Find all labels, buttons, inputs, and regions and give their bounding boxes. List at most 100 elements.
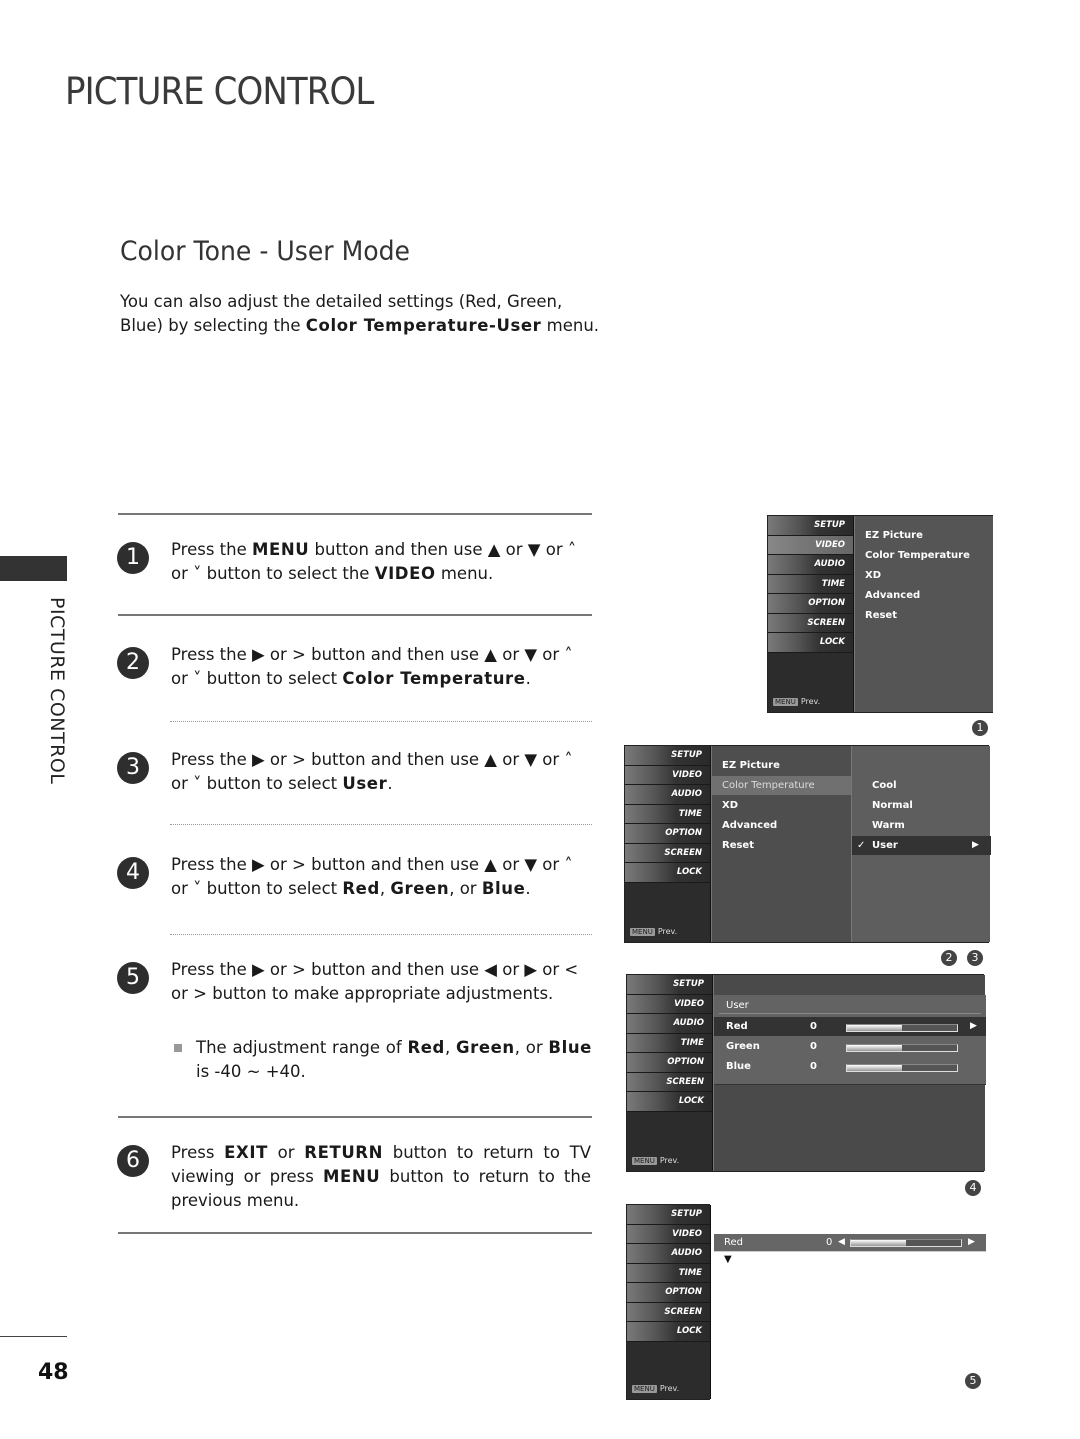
osd-side-menu: SETUP VIDEO AUDIO TIME OPTION SCREEN LOC… xyxy=(625,746,711,942)
text-run: . xyxy=(525,879,531,898)
osd-side-item-option[interactable]: OPTION xyxy=(625,824,710,844)
osd-screenshot-video-menu: SETUP VIDEO AUDIO TIME OPTION SCREEN LOC… xyxy=(767,515,993,713)
osd-side-item-option[interactable]: OPTION xyxy=(768,594,853,614)
right-arrow-icon[interactable]: ▶ xyxy=(968,1237,975,1247)
menu-key-icon: MENU xyxy=(773,698,798,706)
osd-side-item-setup[interactable]: SETUP xyxy=(627,975,712,995)
osd-side-item-setup[interactable]: SETUP xyxy=(625,746,710,766)
step-text: Press the MENU button and then use ▲ or … xyxy=(171,538,591,586)
osd-item-reset[interactable]: Reset xyxy=(722,840,754,851)
text-run: is -40 ~ +40. xyxy=(196,1062,306,1081)
osd-side-item-screen[interactable]: SCREEN xyxy=(625,843,710,863)
osd-user-row-slider[interactable] xyxy=(846,1044,958,1052)
osd-side-item-time[interactable]: TIME xyxy=(627,1033,712,1053)
step-number-badge: 2 xyxy=(117,647,149,679)
osd-adjust-label: Red xyxy=(724,1237,743,1248)
osd-side-item-video[interactable]: VIDEO xyxy=(627,994,712,1014)
check-icon: ✓ xyxy=(857,840,866,851)
emphasis-text: Green xyxy=(455,1038,515,1057)
text-run: Press the xyxy=(171,540,252,559)
osd-option-cool[interactable]: Cool xyxy=(872,780,897,791)
osd-option-user[interactable]: User xyxy=(872,840,898,851)
menu-key-icon: MENU xyxy=(632,1157,657,1165)
text-run: , or xyxy=(449,879,482,898)
emphasis-text: Green xyxy=(390,879,450,898)
text-run: Press xyxy=(171,1143,225,1162)
osd-side-item-screen[interactable]: SCREEN xyxy=(627,1072,712,1092)
osd-option-normal[interactable]: Normal xyxy=(872,800,913,811)
osd-user-row-blue[interactable]: Blue xyxy=(726,1061,751,1072)
intro-bold-menu: Color Temperature-User xyxy=(305,316,542,335)
osd-screenshot-adjust: SETUP VIDEO AUDIO TIME OPTION SCREEN LOC… xyxy=(626,1204,711,1400)
down-arrow-icon: ▼ xyxy=(724,1254,732,1265)
figure-label: 1 xyxy=(972,720,988,736)
osd-item-color-temperature[interactable]: Color Temperature xyxy=(865,550,970,561)
step-text: Press the ▶ or > button and then use ▲ o… xyxy=(171,748,591,796)
osd-user-row-slider[interactable] xyxy=(846,1064,958,1072)
osd-user-row-value: 0 xyxy=(810,1041,817,1052)
osd-side-item-time[interactable]: TIME xyxy=(627,1263,710,1283)
osd-side-item-video[interactable]: VIDEO xyxy=(768,535,853,555)
osd-item-xd[interactable]: XD xyxy=(722,800,738,811)
step-text: Press the ▶ or > button and then use ▲ o… xyxy=(171,643,591,691)
step-text: Press the ▶ or > button and then use ▲ o… xyxy=(171,853,591,901)
osd-side-item-lock[interactable]: LOCK xyxy=(627,1092,712,1112)
osd-option-warm[interactable]: Warm xyxy=(872,820,905,831)
right-arrow-icon: ▶ xyxy=(972,840,979,850)
osd-side-item-audio[interactable]: AUDIO xyxy=(768,555,853,575)
osd-side-item-setup[interactable]: SETUP xyxy=(768,516,853,536)
emphasis-text: Red xyxy=(407,1038,445,1057)
osd-item-advanced[interactable]: Advanced xyxy=(865,590,920,601)
osd-side-item-lock[interactable]: LOCK xyxy=(768,633,853,653)
osd-side-item-video[interactable]: VIDEO xyxy=(625,765,710,785)
osd-item-advanced[interactable]: Advanced xyxy=(722,820,777,831)
osd-user-title-rule xyxy=(719,1013,981,1014)
osd-user-row-red[interactable]: Red xyxy=(726,1021,748,1032)
osd-item-ez-picture[interactable]: EZ Picture xyxy=(865,530,923,541)
osd-user-row-slider[interactable] xyxy=(846,1024,958,1032)
text-run: , or xyxy=(514,1038,549,1057)
osd-side-item-screen[interactable]: SCREEN xyxy=(627,1302,710,1322)
divider xyxy=(118,614,592,616)
osd-user-panel: User Red 0 Green 0 Blue 0 ▶ xyxy=(713,975,986,1171)
figure-label: 3 xyxy=(967,950,983,966)
osd-video-submenu: EZ Picture Color Temperature XD Advanced… xyxy=(854,516,993,712)
osd-item-xd[interactable]: XD xyxy=(865,570,881,581)
osd-prev-hint: MENU Prev. xyxy=(632,1156,680,1165)
osd-side-item-lock[interactable]: LOCK xyxy=(627,1322,710,1342)
osd-screenshot-user-settings: SETUP VIDEO AUDIO TIME OPTION SCREEN LOC… xyxy=(626,974,986,1172)
section-title: Color Tone - User Mode xyxy=(120,236,411,267)
osd-adjust-slider[interactable] xyxy=(850,1239,962,1247)
osd-side-item-lock[interactable]: LOCK xyxy=(625,863,710,883)
osd-screenshot-color-temperature: SETUP VIDEO AUDIO TIME OPTION SCREEN LOC… xyxy=(624,745,991,943)
dotted-divider xyxy=(170,934,592,935)
step-text: Press the ▶ or > button and then use ◀ o… xyxy=(171,958,591,1006)
right-arrow-icon: ▶ xyxy=(970,1021,977,1031)
slider-fill xyxy=(847,1065,902,1071)
osd-side-item-time[interactable]: TIME xyxy=(625,804,710,824)
divider xyxy=(118,1116,592,1118)
osd-side-item-option[interactable]: OPTION xyxy=(627,1053,712,1073)
osd-side-item-screen[interactable]: SCREEN xyxy=(768,613,853,633)
osd-side-item-audio[interactable]: AUDIO xyxy=(625,785,710,805)
emphasis-text: RETURN xyxy=(304,1143,384,1162)
side-section-label: PICTURE CONTROL xyxy=(46,597,68,785)
osd-user-row-green[interactable]: Green xyxy=(726,1041,760,1052)
osd-side-item-setup[interactable]: SETUP xyxy=(627,1205,710,1225)
osd-item-ez-picture[interactable]: EZ Picture xyxy=(722,760,780,771)
osd-side-item-audio[interactable]: AUDIO xyxy=(627,1014,712,1034)
emphasis-text: Red xyxy=(342,879,380,898)
osd-side-item-time[interactable]: TIME xyxy=(768,574,853,594)
side-tab-marker xyxy=(0,556,67,581)
osd-adjust-bar[interactable]: Red 0 ◀ ▶ xyxy=(714,1234,986,1252)
osd-side-item-option[interactable]: OPTION xyxy=(627,1283,710,1303)
text-run: The adjustment range of xyxy=(196,1038,408,1057)
step-number-badge: 3 xyxy=(117,752,149,784)
figure-label: 4 xyxy=(965,1180,981,1196)
osd-item-reset[interactable]: Reset xyxy=(865,610,897,621)
osd-side-item-audio[interactable]: AUDIO xyxy=(627,1244,710,1264)
osd-item-color-temperature[interactable]: Color Temperature xyxy=(722,780,815,791)
left-arrow-icon[interactable]: ◀ xyxy=(838,1237,845,1247)
emphasis-text: Color Temperature xyxy=(342,669,526,688)
osd-side-item-video[interactable]: VIDEO xyxy=(627,1224,710,1244)
